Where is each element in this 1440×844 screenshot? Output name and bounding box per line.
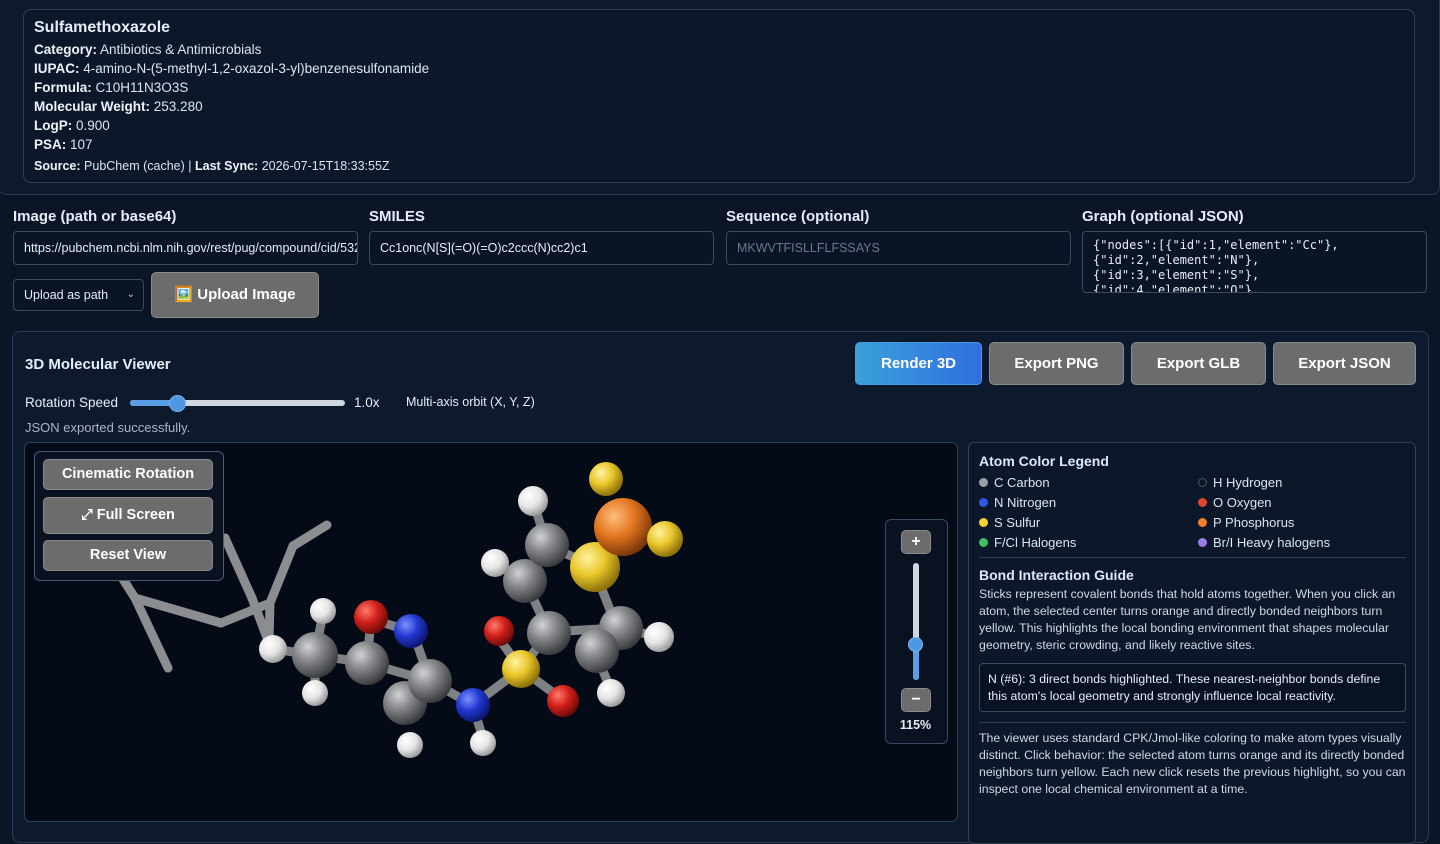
legend-label: S Sulfur bbox=[994, 515, 1041, 530]
logp-row: LogP: 0.900 bbox=[34, 118, 110, 133]
source-row: Source: PubChem (cache) | Last Sync: 202… bbox=[34, 159, 390, 173]
viewer-title: 3D Molecular Viewer bbox=[25, 356, 171, 373]
legend-label: C Carbon bbox=[994, 475, 1050, 490]
zoom-in-button[interactable]: + bbox=[901, 530, 931, 554]
category-row: Category: Antibiotics & Antimicrobials bbox=[34, 42, 261, 57]
molecule-info-card: Sulfamethoxazole Category: Antibiotics &… bbox=[23, 9, 1415, 183]
sync-label: Last Sync: bbox=[195, 159, 259, 173]
zoom-slider-thumb[interactable] bbox=[908, 636, 923, 652]
full-screen-button[interactable]: ⤢ Full Screen bbox=[43, 497, 213, 534]
cinematic-rotation-button[interactable]: Cinematic Rotation bbox=[43, 459, 213, 490]
psa-label: PSA: bbox=[34, 137, 67, 152]
reset-view-button[interactable]: Reset View bbox=[43, 540, 213, 571]
iupac-row: IUPAC: 4-amino-N-(5-methyl-1,2-oxazol-3-… bbox=[34, 61, 429, 76]
legend-item: N Nitrogen bbox=[979, 495, 1056, 510]
legend-item: P Phosphorus bbox=[1198, 515, 1294, 530]
oxygen-dot bbox=[1198, 498, 1207, 507]
nitrogen-dot bbox=[979, 498, 988, 507]
smiles-input[interactable]: Cc1onc(N[S](=O)(=O)c2ccc(N)cc2)c1 bbox=[369, 231, 714, 265]
category-label: Category: bbox=[34, 42, 98, 57]
zoom-slider[interactable] bbox=[908, 563, 923, 680]
legend-label: Br/I Heavy halogens bbox=[1213, 535, 1331, 550]
logp-value: 0.900 bbox=[76, 118, 110, 133]
graph-json-textarea[interactable]: {"nodes":[{"id":1,"element":"Cc"}, {"id"… bbox=[1082, 231, 1427, 293]
mw-label: Molecular Weight: bbox=[34, 99, 151, 114]
formula-value: C10H11N3O3S bbox=[95, 80, 189, 95]
upload-image-button[interactable]: 🖼️ Upload Image bbox=[151, 272, 319, 318]
legend-label: P Phosphorus bbox=[1213, 515, 1295, 530]
iupac-label: IUPAC: bbox=[34, 61, 80, 76]
formula-row: Formula: C10H11N3O3S bbox=[34, 80, 188, 95]
graph-field-label: Graph (optional JSON) bbox=[1082, 208, 1244, 225]
divider bbox=[979, 722, 1406, 723]
upload-mode-value: Upload as path bbox=[24, 288, 109, 302]
atom-spheres[interactable] bbox=[259, 462, 683, 758]
mw-value: 253.280 bbox=[153, 99, 203, 114]
iupac-value: 4-amino-N-(5-methyl-1,2-oxazol-3-yl)benz… bbox=[83, 61, 430, 76]
atom-legend-panel: Atom Color Legend C Carbon H Hydrogen N … bbox=[968, 442, 1416, 844]
phosphorus-dot bbox=[1198, 518, 1207, 527]
halogen-dot bbox=[979, 538, 988, 547]
source-label: Source: bbox=[34, 159, 81, 173]
molecule-info-section: Sulfamethoxazole Category: Antibiotics &… bbox=[0, 0, 1440, 195]
legend-label: O Oxygen bbox=[1213, 495, 1272, 510]
source-value: PubChem (cache) bbox=[84, 159, 185, 173]
mw-row: Molecular Weight: 253.280 bbox=[34, 99, 203, 114]
sync-value: 2026-07-15T18:33:55Z bbox=[261, 159, 390, 173]
legend-item: F/Cl Halogens bbox=[979, 535, 1076, 550]
selection-note: N (#6): 3 direct bonds highlighted. Thes… bbox=[979, 663, 1406, 712]
legend-item: H Hydrogen bbox=[1198, 475, 1282, 490]
hydrogen-dot bbox=[1198, 478, 1207, 487]
sequence-field-label: Sequence (optional) bbox=[726, 208, 870, 225]
chevron-down-icon: ⌄ bbox=[126, 289, 135, 300]
export-json-button[interactable]: Export JSON bbox=[1273, 342, 1416, 385]
legend-title: Atom Color Legend bbox=[979, 453, 1109, 469]
psa-row: PSA: 107 bbox=[34, 137, 93, 152]
molecule-name: Sulfamethoxazole bbox=[34, 19, 171, 36]
legend-item: S Sulfur bbox=[979, 515, 1040, 530]
category-value: Antibiotics & Antimicrobials bbox=[100, 42, 262, 57]
legend-item: Br/I Heavy halogens bbox=[1198, 535, 1330, 550]
separator: | bbox=[188, 159, 192, 173]
orbit-mode-label: Multi-axis orbit (X, Y, Z) bbox=[406, 395, 535, 409]
bond-guide-text: Sticks represent covalent bonds that hol… bbox=[979, 587, 1396, 652]
legend-item: C Carbon bbox=[979, 475, 1050, 490]
export-glb-button[interactable]: Export GLB bbox=[1131, 342, 1266, 385]
smiles-field-label: SMILES bbox=[369, 208, 425, 225]
legend-label: N Nitrogen bbox=[994, 495, 1057, 510]
legend-item: O Oxygen bbox=[1198, 495, 1272, 510]
render-3d-button[interactable]: Render 3D bbox=[855, 342, 982, 385]
sulfur-dot bbox=[979, 518, 988, 527]
divider bbox=[979, 557, 1406, 558]
legend-footer-text: The viewer uses standard CPK/Jmol-like c… bbox=[979, 731, 1406, 796]
rotation-speed-slider[interactable] bbox=[130, 395, 345, 412]
bond-guide-title: Bond Interaction Guide bbox=[979, 567, 1134, 583]
export-png-button[interactable]: Export PNG bbox=[989, 342, 1124, 385]
logp-label: LogP: bbox=[34, 118, 73, 133]
formula-label: Formula: bbox=[34, 80, 92, 95]
legend-label: F/Cl Halogens bbox=[994, 535, 1077, 550]
rotation-speed-label: Rotation Speed bbox=[25, 395, 119, 410]
status-message: JSON exported successfully. bbox=[25, 420, 191, 435]
image-input[interactable]: https://pubchem.ncbi.nlm.nih.gov/rest/pu… bbox=[13, 231, 358, 265]
psa-value: 107 bbox=[70, 137, 93, 152]
zoom-out-button[interactable]: − bbox=[901, 688, 931, 712]
upload-mode-select[interactable]: Upload as path ⌄ bbox=[13, 279, 144, 311]
sequence-input[interactable]: MKWVTFISLLFLFSSAYS bbox=[726, 231, 1071, 265]
image-field-label: Image (path or base64) bbox=[13, 208, 177, 225]
legend-label: H Hydrogen bbox=[1213, 475, 1283, 490]
zoom-level: 115% bbox=[899, 718, 932, 732]
heavy-halogen-dot bbox=[1198, 538, 1207, 547]
rotation-speed-value: 1.0x bbox=[354, 395, 380, 410]
carbon-dot bbox=[979, 478, 988, 487]
